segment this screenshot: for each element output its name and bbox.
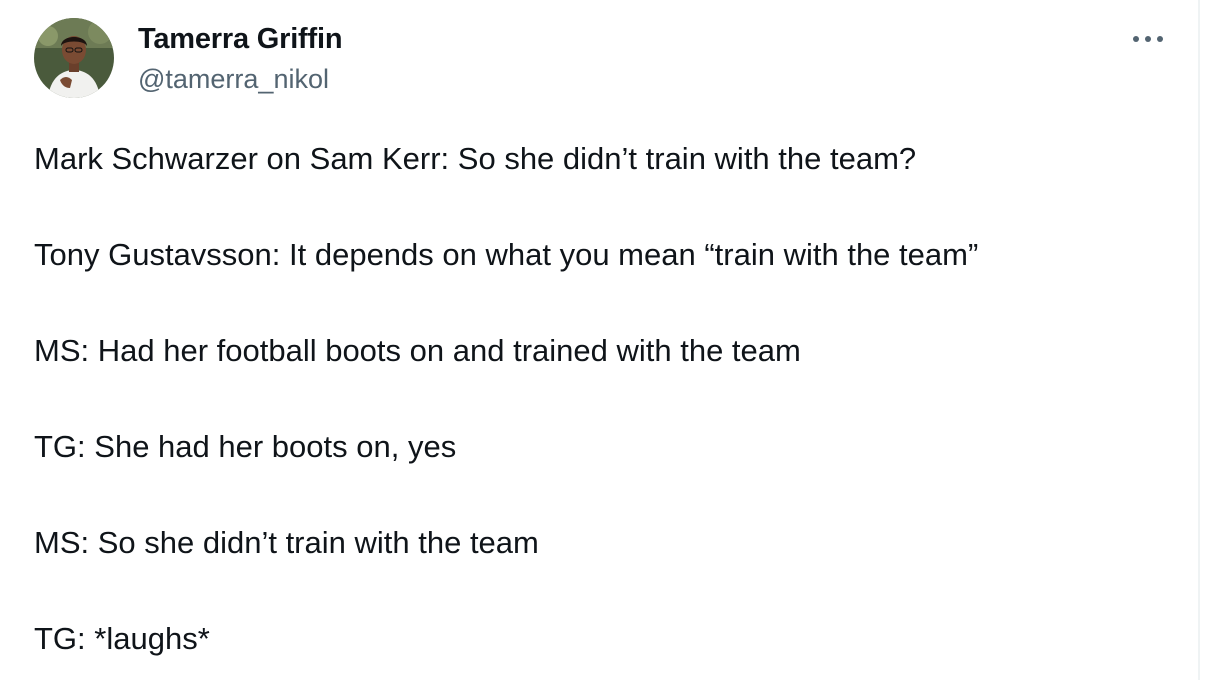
avatar[interactable] [34,18,114,98]
tweet-text-line: Tony Gustavsson: It depends on what you … [34,237,979,272]
tweet-text: Mark Schwarzer on Sam Kerr: So she didn’… [34,138,1174,680]
tweet-card: Tamerra Griffin @tamerra_nikol Mark Schw… [0,0,1200,680]
tweet-text-line: TG: She had her boots on, yes [34,429,457,464]
author-handle[interactable]: @tamerra_nikol [138,62,329,96]
tweet-text-line: MS: Had her football boots on and traine… [34,333,801,368]
author-display-name[interactable]: Tamerra Griffin [138,22,343,56]
profile-photo-icon [34,18,114,98]
tweet-text-line: MS: So she didn’t train with the team [34,525,539,560]
tweet-text-line: Mark Schwarzer on Sam Kerr: So she didn’… [34,141,917,176]
more-options-icon [1133,36,1163,42]
more-options-button[interactable] [1126,24,1170,54]
tweet-text-line: TG: *laughs* [34,621,210,656]
